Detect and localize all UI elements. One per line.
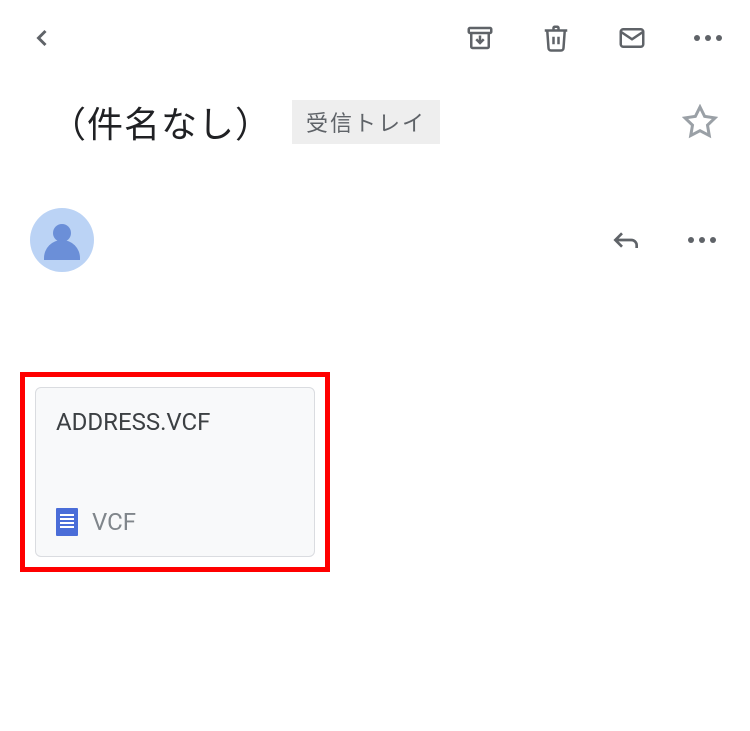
back-button[interactable] xyxy=(24,20,60,56)
inbox-label[interactable]: 受信トレイ xyxy=(292,100,440,144)
toolbar-left xyxy=(24,20,422,56)
star-icon xyxy=(682,104,718,140)
sender-row xyxy=(0,168,750,292)
attachment-card[interactable]: ADDRESS.VCF VCF xyxy=(35,387,315,557)
mark-unread-button[interactable] xyxy=(614,20,650,56)
archive-button[interactable] xyxy=(462,20,498,56)
sender-actions xyxy=(608,222,720,258)
avatar[interactable] xyxy=(30,208,94,272)
attachment-area: ADDRESS.VCF VCF xyxy=(0,352,750,592)
more-icon xyxy=(688,237,716,243)
subject-row: （件名なし） 受信トレイ xyxy=(0,76,750,168)
archive-icon xyxy=(465,23,495,53)
attachment-type: VCF xyxy=(92,508,136,536)
delete-button[interactable] xyxy=(538,20,574,56)
mail-icon xyxy=(617,23,647,53)
attachment-filename: ADDRESS.VCF xyxy=(56,408,294,436)
toolbar-right xyxy=(462,20,726,56)
attachment-footer: VCF xyxy=(56,508,294,536)
more-button[interactable] xyxy=(690,20,726,56)
file-icon xyxy=(56,508,78,536)
more-icon xyxy=(694,35,722,41)
message-more-button[interactable] xyxy=(684,222,720,258)
trash-icon xyxy=(541,23,571,53)
star-button[interactable] xyxy=(680,102,720,142)
highlight-annotation: ADDRESS.VCF VCF xyxy=(20,372,330,572)
reply-button[interactable] xyxy=(608,222,644,258)
back-arrow-icon xyxy=(28,24,56,52)
reply-icon xyxy=(610,224,642,256)
toolbar xyxy=(0,0,750,76)
subject-text: （件名なし） xyxy=(50,96,272,148)
person-icon xyxy=(42,220,82,260)
